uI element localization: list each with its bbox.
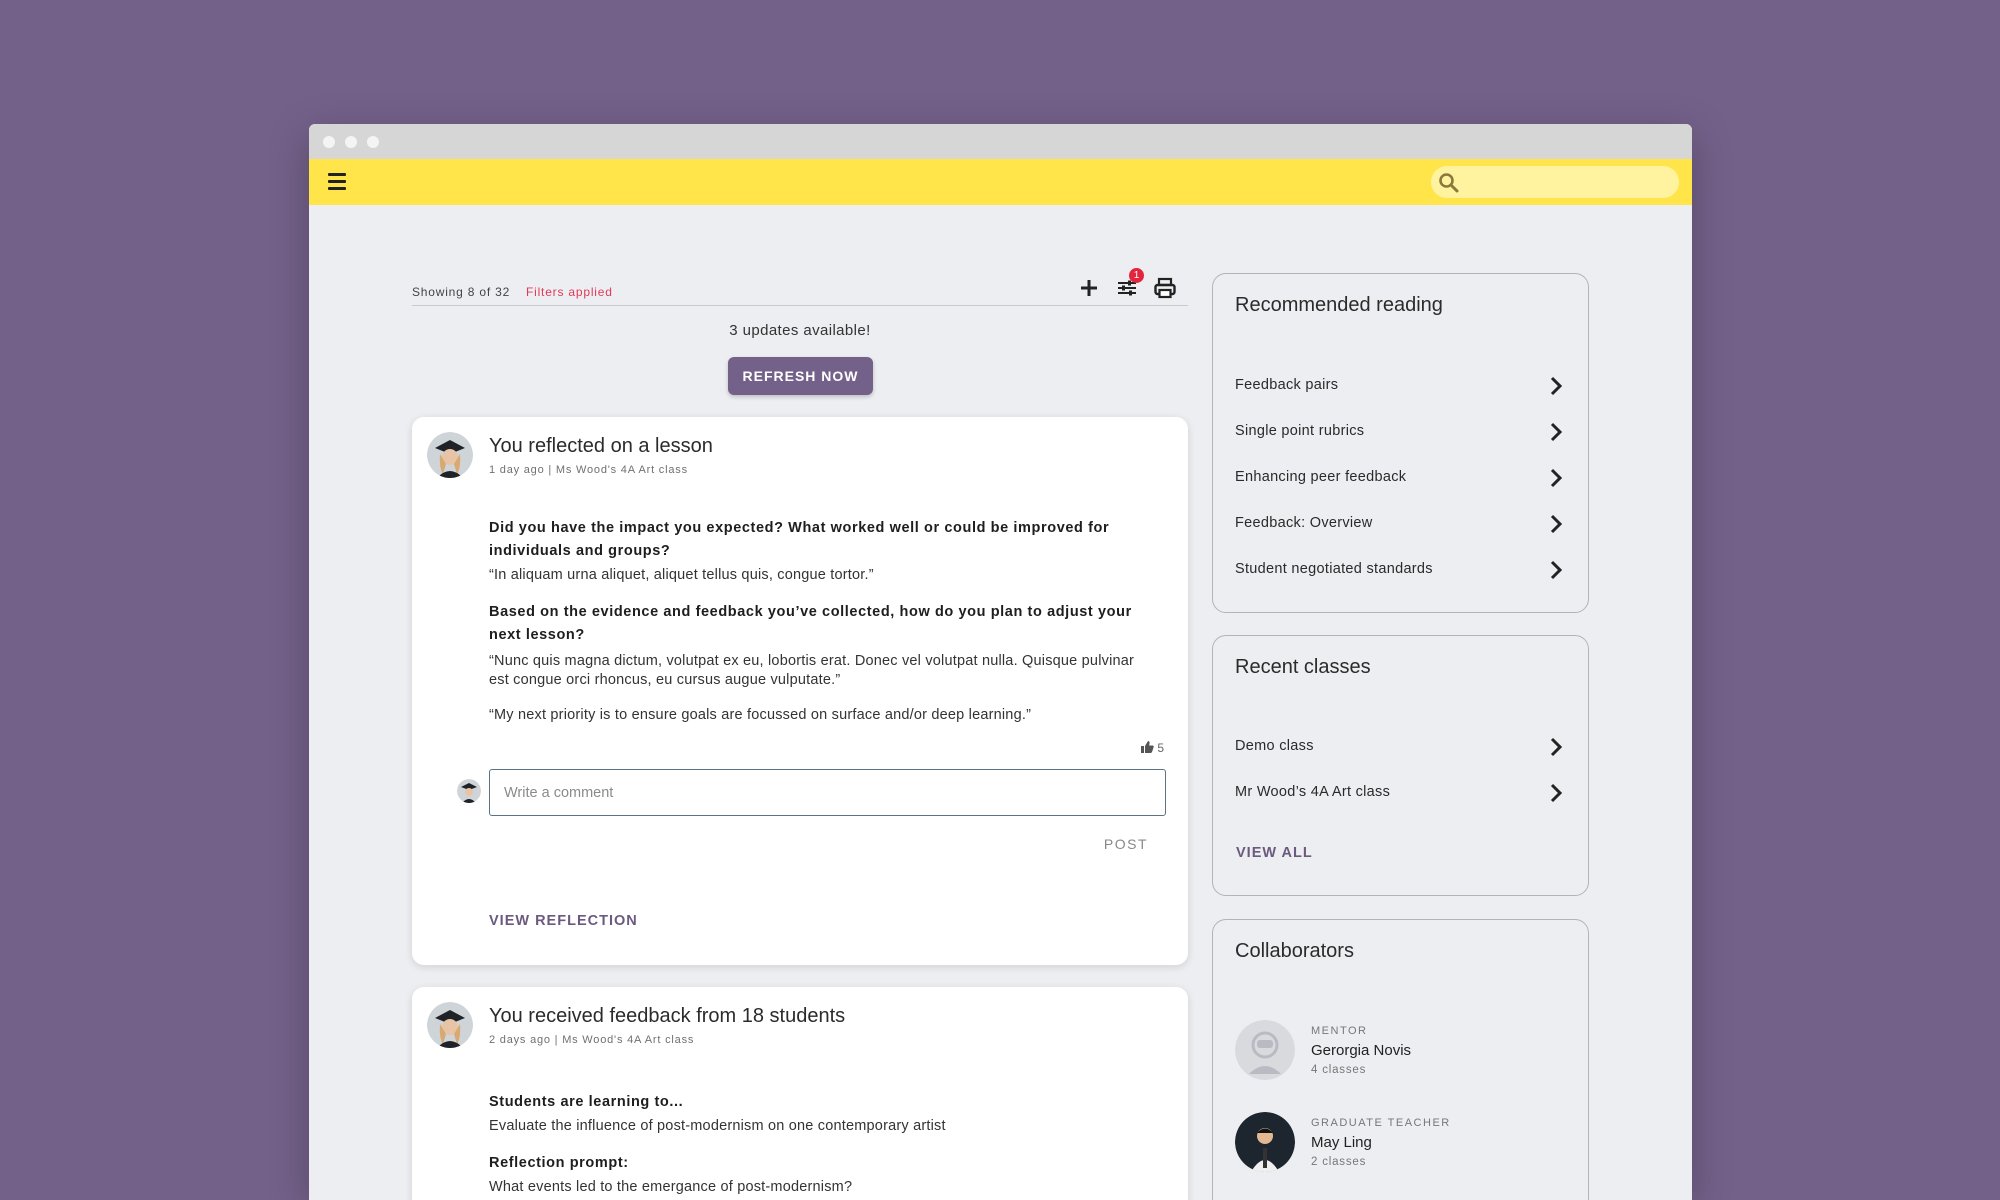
add-icon[interactable] [1076, 275, 1102, 301]
user-avatar-small [457, 779, 481, 803]
reading-item[interactable]: Feedback: Overview [1235, 509, 1566, 539]
chevron-right-icon [1550, 422, 1563, 442]
reflection-question: Did you have the impact you expected? Wh… [489, 520, 1110, 559]
recommended-reading-panel: Recommended reading Feedback pairs Singl… [1212, 273, 1589, 613]
reading-item-label: Enhancing peer feedback [1235, 469, 1407, 485]
reading-item[interactable]: Single point rubrics [1235, 417, 1566, 447]
reading-item-label: Feedback pairs [1235, 377, 1339, 393]
filter-button[interactable]: 1 [1114, 268, 1144, 301]
user-avatar [427, 432, 473, 478]
reading-item-label: Single point rubrics [1235, 423, 1365, 439]
reflection-prompt-label: Reflection prompt: [489, 1155, 629, 1171]
collaborator-name: Gerorgia Novis [1311, 1042, 1412, 1059]
filter-count-badge: 1 [1129, 268, 1144, 283]
feed-header: Showing 8 of 32 Filters applied 1 [412, 268, 1188, 306]
recent-classes-panel: Recent classes Demo class Mr Wood’s 4A A… [1212, 635, 1589, 896]
chevron-right-icon [1550, 468, 1563, 488]
print-icon[interactable] [1152, 275, 1178, 301]
collaborators-panel: Collaborators MENTOR Gerorgia Novis 4 cl… [1212, 919, 1589, 1200]
view-all-classes-link[interactable]: VIEW ALL [1236, 845, 1313, 861]
reading-item-label: Feedback: Overview [1235, 515, 1373, 531]
collaborator-class-count: 4 classes [1311, 1064, 1367, 1076]
comment-input[interactable] [489, 769, 1166, 816]
card-title: You received feedback from 18 students [489, 1005, 846, 1027]
avatar-placeholder-icon [1235, 1020, 1295, 1080]
filters-applied-link[interactable]: Filters applied [526, 285, 613, 299]
chevron-right-icon [1550, 560, 1563, 580]
reading-item[interactable]: Feedback pairs [1235, 371, 1566, 401]
panel-title: Recommended reading [1235, 294, 1443, 316]
showing-count: Showing 8 of 32 [412, 285, 511, 299]
reflection-answer: “Nunc quis magna dictum, volutpat ex eu,… [489, 653, 1135, 688]
refresh-now-button[interactable]: REFRESH NOW [728, 357, 873, 395]
post-comment-button[interactable]: POST [1104, 836, 1148, 852]
reflection-question: Based on the evidence and feedback you’v… [489, 604, 1132, 643]
panel-title: Recent classes [1235, 656, 1371, 678]
content-area: Showing 8 of 32 Filters applied 1 3 upda… [309, 124, 1692, 1200]
card-meta: 1 day ago | Ms Wood's 4A Art class [489, 464, 688, 476]
feedback-card: You received feedback from 18 students 2… [412, 987, 1188, 1200]
thumbs-up-icon [1140, 741, 1154, 753]
collaborator-role: GRADUATE TEACHER [1311, 1117, 1451, 1129]
class-item-label: Mr Wood’s 4A Art class [1235, 784, 1391, 800]
card-title: You reflected on a lesson [489, 435, 713, 457]
avatar [1235, 1112, 1295, 1172]
view-reflection-link[interactable]: VIEW REFLECTION [489, 913, 638, 929]
collaborator-role: MENTOR [1311, 1025, 1368, 1037]
chevron-right-icon [1550, 514, 1563, 534]
browser-window: Showing 8 of 32 Filters applied 1 3 upda… [309, 124, 1692, 1200]
reading-item[interactable]: Student negotiated standards [1235, 555, 1566, 585]
reflection-prompt-text: What events led to the emergance of post… [489, 1179, 853, 1195]
class-item-label: Demo class [1235, 738, 1314, 754]
reading-item[interactable]: Enhancing peer feedback [1235, 463, 1566, 493]
chevron-right-icon [1550, 737, 1563, 757]
updates-available-text: 3 updates available! [729, 322, 871, 339]
like-count: 5 [1157, 741, 1164, 755]
chevron-right-icon [1550, 376, 1563, 396]
collaborator-item[interactable]: MENTOR Gerorgia Novis 4 classes [1235, 1020, 1565, 1086]
class-item[interactable]: Mr Wood’s 4A Art class [1235, 778, 1566, 808]
reflection-answer: “My next priority is to ensure goals are… [489, 707, 1032, 723]
card-meta: 2 days ago | Ms Wood's 4A Art class [489, 1034, 695, 1046]
reading-item-label: Student negotiated standards [1235, 561, 1433, 577]
collaborator-name: May Ling [1311, 1134, 1372, 1151]
collaborator-class-count: 2 classes [1311, 1156, 1367, 1168]
reflection-card: You reflected on a lesson 1 day ago | Ms… [412, 417, 1188, 965]
class-item[interactable]: Demo class [1235, 732, 1566, 762]
learning-intention-text: Evaluate the influence of post-modernism… [489, 1118, 946, 1134]
chevron-right-icon [1550, 783, 1563, 803]
collaborator-item[interactable]: GRADUATE TEACHER May Ling 2 classes [1235, 1112, 1565, 1178]
panel-title: Collaborators [1235, 940, 1354, 962]
learning-intention-label: Students are learning to... [489, 1094, 684, 1110]
reflection-answer: “In aliquam urna aliquet, aliquet tellus… [489, 567, 874, 583]
user-avatar [427, 1002, 473, 1048]
like-button[interactable]: 5 [1140, 741, 1164, 755]
